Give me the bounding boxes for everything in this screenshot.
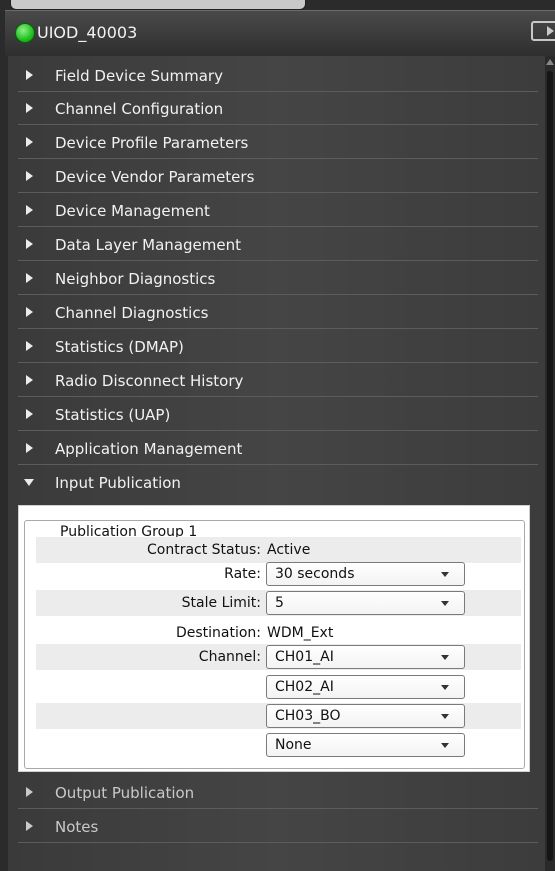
section-data-layer-management[interactable]: Data Layer Management	[18, 228, 538, 261]
section-channel-configuration[interactable]: Channel Configuration	[18, 92, 538, 125]
section-label: Statistics (DMAP)	[55, 338, 184, 356]
section-label: Channel Configuration	[55, 100, 224, 118]
stale-limit-select[interactable]: 5	[266, 591, 465, 615]
channel-value: CH01_AI	[275, 649, 334, 665]
chevron-down-icon	[441, 743, 449, 748]
section-device-profile-parameters[interactable]: Device Profile Parameters	[18, 126, 538, 159]
channel-row-1: Channel: CH01_AI	[36, 644, 521, 670]
contract-status-value: Active	[267, 542, 311, 558]
stale-limit-value: 5	[275, 595, 284, 611]
destination-value: WDM_Ext	[267, 625, 334, 641]
section-device-management[interactable]: Device Management	[18, 194, 538, 227]
channel-value: None	[275, 737, 312, 753]
play-arrow-icon	[547, 26, 554, 36]
chevron-down-icon	[441, 655, 449, 660]
rate-select[interactable]: 30 seconds	[266, 562, 465, 586]
channel-row-4: None	[36, 732, 521, 758]
channel-value: CH03_BO	[275, 708, 341, 724]
section-notes[interactable]: Notes	[18, 810, 538, 843]
section-label: Channel Diagnostics	[55, 304, 209, 322]
expand-arrow-icon	[26, 787, 33, 797]
channel-value: CH02_AI	[275, 679, 334, 695]
chevron-down-icon	[441, 685, 449, 690]
section-label: Device Profile Parameters	[55, 134, 249, 152]
expand-panel-button[interactable]	[531, 21, 555, 41]
scroll-up-icon[interactable]	[546, 59, 554, 65]
chevron-down-icon	[441, 601, 449, 606]
section-label: Device Vendor Parameters	[55, 168, 255, 186]
rate-row: Rate: 30 seconds	[36, 561, 521, 587]
expand-arrow-icon	[26, 239, 33, 249]
expand-arrow-icon	[26, 443, 33, 453]
channel-row-2: CH02_AI	[36, 674, 521, 700]
rate-value: 30 seconds	[275, 566, 355, 582]
expand-arrow-icon	[26, 821, 33, 831]
section-label: Field Device Summary	[55, 67, 223, 85]
input-publication-content: Publication Group 1 Contract Status: Act…	[18, 505, 530, 772]
expand-arrow-icon	[26, 137, 33, 147]
section-device-vendor-parameters[interactable]: Device Vendor Parameters	[18, 160, 538, 193]
expand-arrow-icon	[26, 205, 33, 215]
vertical-scrollbar[interactable]	[545, 56, 555, 871]
section-output-publication[interactable]: Output Publication	[18, 776, 538, 809]
section-radio-disconnect-history[interactable]: Radio Disconnect History	[18, 364, 538, 397]
section-label: Neighbor Diagnostics	[55, 270, 216, 288]
expand-arrow-icon	[26, 103, 33, 113]
stale-limit-row: Stale Limit: 5	[36, 590, 521, 616]
destination-row: Destination: WDM_Ext	[36, 620, 521, 646]
section-label: Data Layer Management	[55, 236, 241, 254]
section-label: Application Management	[55, 440, 243, 458]
scroll-thumb[interactable]	[547, 71, 553, 861]
device-name: UIOD_40003	[37, 23, 138, 42]
collapse-arrow-icon	[24, 479, 34, 486]
section-statistics-dmap[interactable]: Statistics (DMAP)	[18, 330, 538, 363]
channel-select-1[interactable]: CH01_AI	[266, 645, 465, 669]
chevron-down-icon	[441, 572, 449, 577]
tab-stub[interactable]	[10, 0, 306, 10]
section-application-management[interactable]: Application Management	[18, 432, 538, 465]
contract-status-label: Contract Status:	[146, 542, 261, 558]
channel-select-3[interactable]: CH03_BO	[266, 704, 465, 728]
rate-label: Rate:	[224, 566, 261, 582]
chevron-down-icon	[441, 714, 449, 719]
destination-label: Destination:	[175, 625, 261, 641]
channel-row-3: CH03_BO	[36, 703, 521, 729]
section-channel-diagnostics[interactable]: Channel Diagnostics	[18, 296, 538, 329]
device-header: UIOD_40003	[5, 10, 555, 56]
section-label: Radio Disconnect History	[55, 372, 244, 390]
contract-status-row: Contract Status: Active	[36, 537, 521, 563]
expand-arrow-icon	[26, 341, 33, 351]
expand-arrow-icon	[26, 70, 33, 80]
expand-arrow-icon	[26, 307, 33, 317]
channel-select-4[interactable]: None	[266, 733, 465, 757]
section-label: Output Publication	[55, 784, 195, 802]
section-label: Statistics (UAP)	[55, 406, 171, 424]
section-label: Device Management	[55, 202, 210, 220]
stale-limit-label: Stale Limit:	[181, 595, 261, 611]
expand-arrow-icon	[26, 171, 33, 181]
section-neighbor-diagnostics[interactable]: Neighbor Diagnostics	[18, 262, 538, 295]
section-label: Notes	[55, 818, 99, 836]
channel-select-2[interactable]: CH02_AI	[266, 675, 465, 699]
section-input-publication[interactable]: Input Publication	[18, 466, 538, 499]
section-label: Input Publication	[55, 474, 181, 492]
expand-arrow-icon	[26, 375, 33, 385]
expand-arrow-icon	[26, 409, 33, 419]
channel-label: Channel:	[198, 649, 261, 665]
expand-arrow-icon	[26, 273, 33, 283]
status-indicator-icon	[15, 23, 35, 43]
section-statistics-uap[interactable]: Statistics (UAP)	[18, 398, 538, 431]
section-field-device-summary[interactable]: Field Device Summary	[18, 59, 538, 92]
